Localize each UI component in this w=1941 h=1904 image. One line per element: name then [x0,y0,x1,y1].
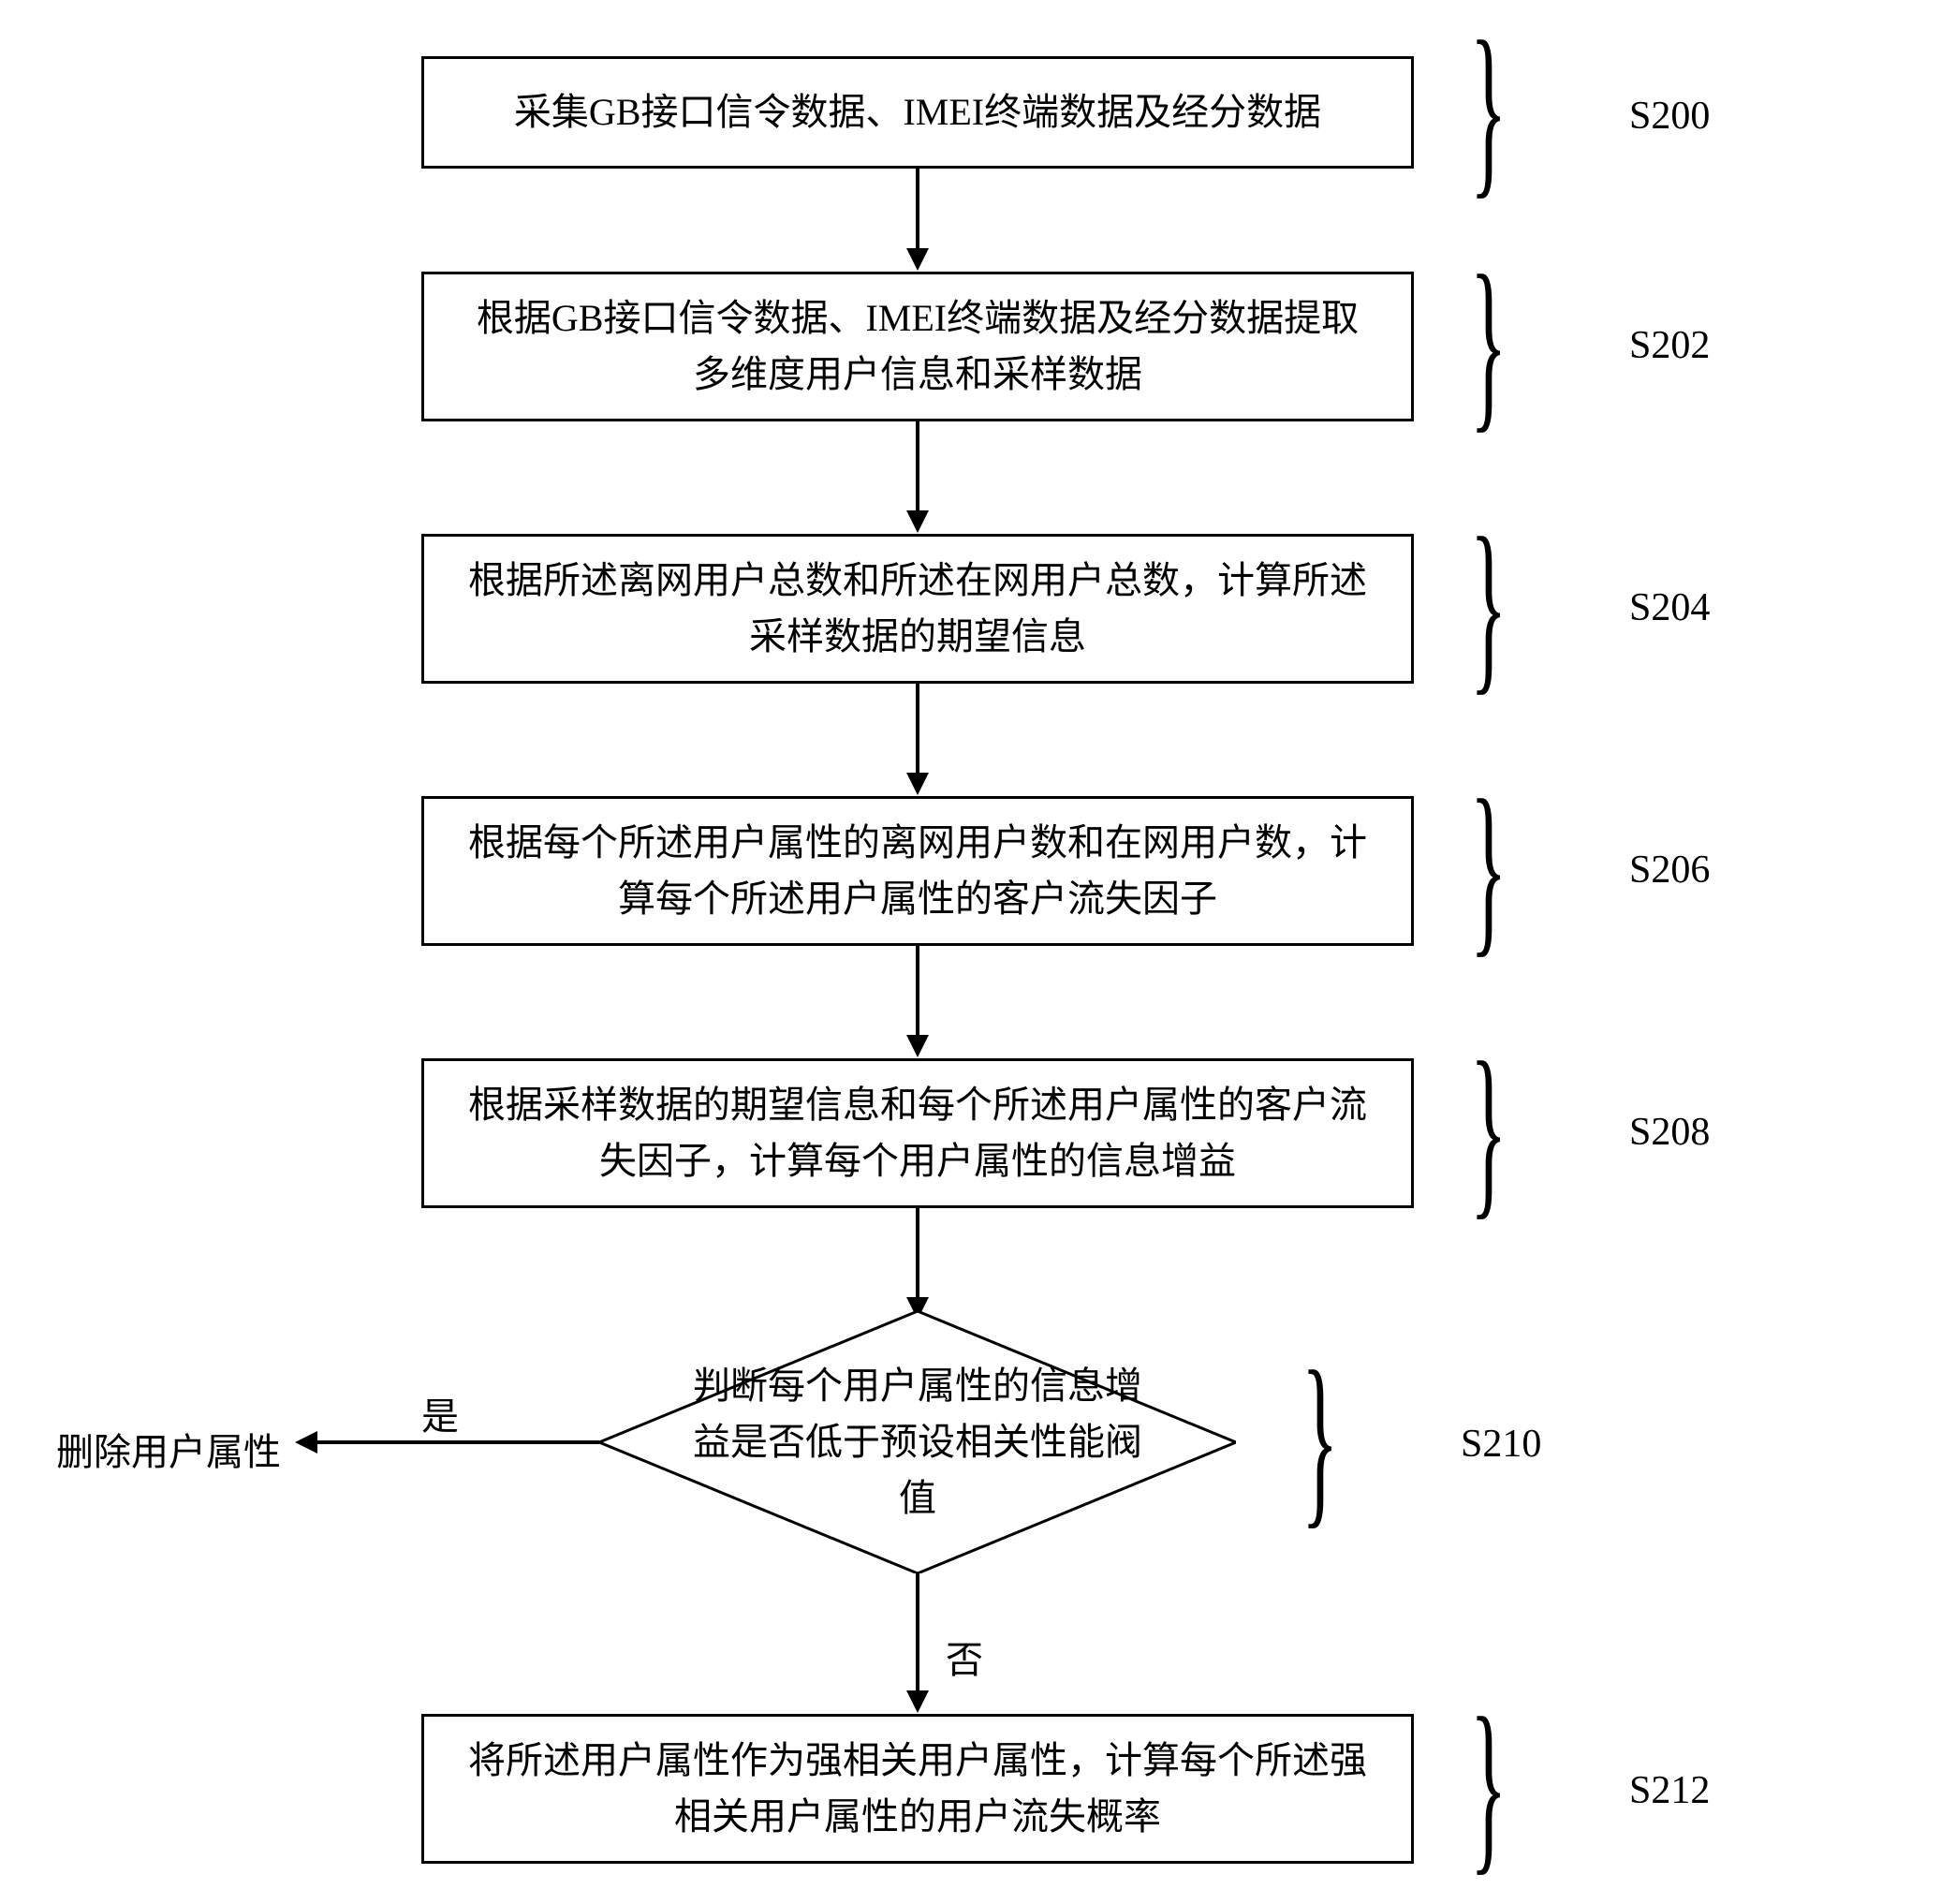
flowchart-container: 采集GB接口信令数据、IMEI终端数据及经分数据 } S200 根据GB接口信令… [0,0,1941,1904]
arrow-head-s200-s202 [906,248,929,271]
decision-diamond-s210: 判断每个用户属性的信息增益是否低于预设相关性能阀值 [599,1311,1236,1573]
side-action-delete: 删除用户属性 [56,1422,281,1476]
decision-text-s210: 判断每个用户属性的信息增益是否低于预设相关性能阀值 [599,1311,1236,1573]
step-text-s202: 根据GB接口信令数据、IMEI终端数据及经分数据提取多维度用户信息和采样数据 [462,290,1374,403]
brace-s200: } [1470,0,1507,220]
arrow-s204-s206 [916,684,919,777]
edge-label-yes: 是 [421,1386,459,1440]
step-label-s206: S206 [1629,848,1710,893]
arrow-head-s202-s204 [906,510,929,533]
brace-s206: } [1470,759,1507,979]
step-box-s208: 根据采样数据的期望信息和每个所述用户属性的客户流失因子，计算每个用户属性的信息增… [421,1058,1414,1208]
step-label-s208: S208 [1629,1110,1710,1155]
edge-label-no: 否 [946,1630,983,1684]
brace-s212: } [1470,1676,1507,1897]
step-text-s206: 根据每个所述用户属性的离网用户数和在网用户数，计算每个所述用户属性的客户流失因子 [462,815,1374,927]
arrow-head-yes [295,1431,317,1454]
arrow-yes-line [314,1440,599,1444]
brace-s208: } [1470,1021,1507,1241]
step-box-s200: 采集GB接口信令数据、IMEI终端数据及经分数据 [421,56,1414,169]
step-label-s200: S200 [1629,94,1710,139]
arrow-no-line [916,1573,919,1695]
arrow-head-no [906,1690,929,1713]
arrow-s200-s202 [916,169,919,253]
step-label-s202: S202 [1629,323,1710,368]
step-box-s202: 根据GB接口信令数据、IMEI终端数据及经分数据提取多维度用户信息和采样数据 [421,272,1414,421]
step-box-s206: 根据每个所述用户属性的离网用户数和在网用户数，计算每个所述用户属性的客户流失因子 [421,796,1414,946]
step-label-s210: S210 [1461,1422,1541,1467]
step-label-s212: S212 [1629,1768,1710,1813]
brace-s210: } [1301,1330,1338,1550]
step-text-s208: 根据采样数据的期望信息和每个所述用户属性的客户流失因子，计算每个用户属性的信息增… [462,1077,1374,1189]
step-text-s200: 采集GB接口信令数据、IMEI终端数据及经分数据 [514,84,1321,140]
arrow-head-s204-s206 [906,773,929,795]
arrow-head-s206-s208 [906,1035,929,1057]
arrow-s202-s204 [916,421,919,515]
arrow-s206-s208 [916,946,919,1040]
step-text-s212: 将所述用户属性作为强相关用户属性，计算每个所述强相关用户属性的用户流失概率 [462,1733,1374,1845]
brace-s204: } [1470,496,1507,716]
arrow-s208-s210 [916,1208,919,1302]
step-text-s204: 根据所述离网用户总数和所述在网用户总数，计算所述采样数据的期望信息 [462,553,1374,665]
step-label-s204: S204 [1629,585,1710,630]
step-box-s212: 将所述用户属性作为强相关用户属性，计算每个所述强相关用户属性的用户流失概率 [421,1714,1414,1864]
step-box-s204: 根据所述离网用户总数和所述在网用户总数，计算所述采样数据的期望信息 [421,534,1414,684]
brace-s202: } [1470,234,1507,454]
